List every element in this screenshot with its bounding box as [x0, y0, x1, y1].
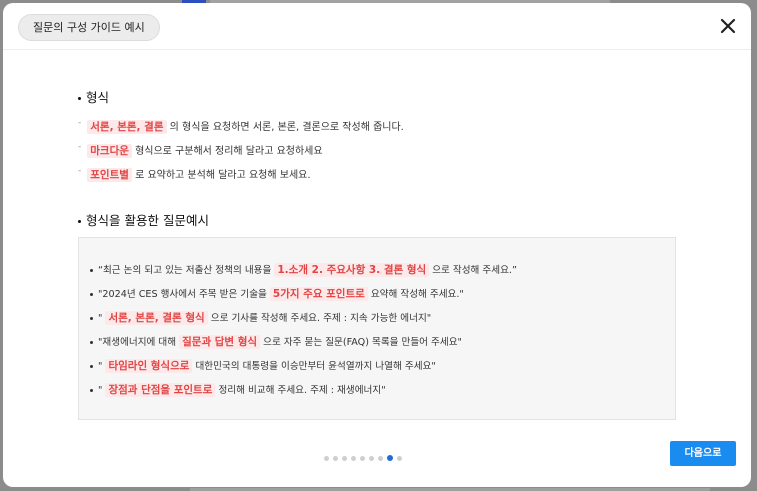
format-tag: 서론, 본론, 결론 — [87, 120, 167, 134]
example-item: "2024년 CES 행사에서 주목 받은 기술을 5가지 주요 포인트로 요약… — [90, 286, 464, 301]
pagination-dot[interactable] — [342, 455, 347, 461]
pagination-dot[interactable] — [324, 455, 329, 461]
format-item: - 서론, 본론, 결론 의 형식을 요청하면 서론, 본론, 결론으로 작성해 … — [78, 118, 404, 134]
example-item: "재생에너지에 대해 질문과 답변 형식 으로 자주 묻는 질문(FAQ) 목록… — [90, 334, 462, 349]
example-tag: 장점과 단점을 포인트로 — [105, 383, 216, 397]
bullet-icon — [78, 220, 81, 223]
pagination-dots — [324, 454, 402, 462]
examples-section-title: 형식을 활용한 질문예시 — [78, 210, 209, 229]
format-item: - 마크다운 형식으로 구분해서 정리해 달라고 요청하세요 — [78, 142, 323, 158]
dash-icon: - — [78, 166, 82, 176]
bullet-icon — [90, 364, 93, 368]
example-tag: 질문과 답변 형식 — [179, 335, 261, 349]
bullet-icon — [90, 316, 93, 320]
format-item: - 포인트별 로 요약하고 분석해 달라고 요청해 보세요. — [78, 166, 311, 182]
modal-header: 질문의 구성 가이드 예시 — [3, 3, 751, 50]
pagination-dot[interactable] — [369, 455, 374, 461]
modal-body: 형식 - 서론, 본론, 결론 의 형식을 요청하면 서론, 본론, 결론으로 작… — [3, 50, 751, 486]
example-tag: 1.소개 2. 주요사항 3. 결론 형식 — [274, 263, 430, 277]
example-item: " 서론, 본론, 결론 형식 으로 기사를 작성해 주세요. 주제 : 지속 … — [90, 310, 431, 325]
format-text: 형식으로 구분해서 정리해 달라고 요청하세요 — [131, 146, 323, 157]
format-text: 로 요약하고 분석해 달라고 요청해 보세요. — [131, 170, 311, 181]
pagination-dot[interactable] — [333, 455, 338, 461]
example-tag: 타임라인 형식으로 — [105, 359, 193, 373]
dash-icon: - — [78, 118, 82, 128]
bullet-icon — [90, 388, 93, 392]
example-item: “최근 논의 되고 있는 저출산 정책의 내용을 1.소개 2. 주요사항 3.… — [90, 262, 517, 277]
pagination-dot[interactable] — [378, 455, 383, 461]
bullet-icon — [90, 292, 93, 296]
example-item: " 타임라인 형식으로 대한민국의 대통령을 이승만부터 윤석열까지 나열해 주… — [90, 358, 436, 373]
format-section-title: 형식 — [78, 87, 109, 106]
example-tag: 5가지 주요 포인트로 — [269, 287, 368, 301]
modal-title: 질문의 구성 가이드 예시 — [18, 14, 160, 41]
format-tag: 포인트별 — [87, 168, 132, 182]
example-tag: 서론, 본론, 결론 형식 — [105, 311, 208, 325]
format-text: 의 형식을 요청하면 서론, 본론, 결론으로 작성해 줍니다. — [166, 122, 404, 133]
pagination-dot[interactable] — [360, 455, 365, 461]
next-button[interactable]: 다음으로 — [670, 441, 736, 466]
example-item: " 장점과 단점을 포인트로 정리해 비교해 주세요. 주제 : 재생에너지" — [90, 382, 386, 397]
pagination-dot[interactable] — [397, 455, 402, 461]
format-tag: 마크다운 — [87, 144, 132, 158]
close-icon[interactable] — [719, 17, 737, 35]
bullet-icon — [90, 340, 93, 344]
bullet-icon — [90, 268, 93, 272]
examples-box: “최근 논의 되고 있는 저출산 정책의 내용을 1.소개 2. 주요사항 3.… — [78, 237, 676, 420]
pagination-dot[interactable] — [387, 455, 393, 461]
bullet-icon — [78, 97, 81, 100]
dash-icon: - — [78, 142, 82, 152]
pagination-dot[interactable] — [351, 455, 356, 461]
guide-modal: 질문의 구성 가이드 예시 형식 - 서론, 본론, 결론 의 형식을 요청하면 … — [3, 3, 751, 487]
